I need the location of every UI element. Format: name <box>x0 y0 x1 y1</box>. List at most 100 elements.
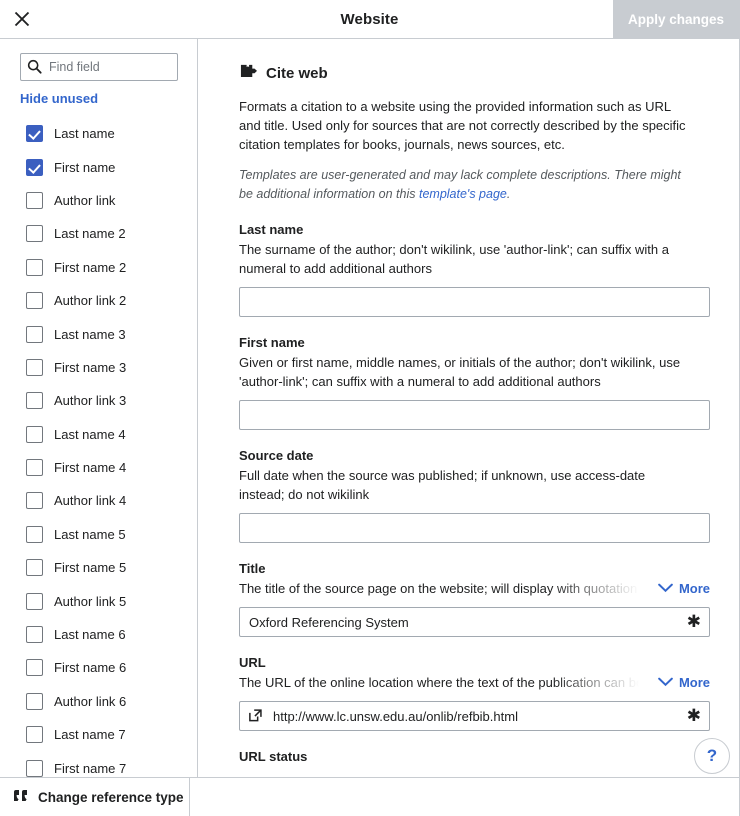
parameter-input[interactable] <box>239 400 710 430</box>
field-checkbox-item[interactable]: First name 6 <box>26 651 197 684</box>
field-checkbox-item[interactable]: Author link 2 <box>26 284 197 317</box>
field-checkbox-item[interactable]: First name <box>26 150 197 183</box>
search-input[interactable] <box>20 53 178 81</box>
field-checkbox-item[interactable]: First name 5 <box>26 551 197 584</box>
template-detail-panel[interactable]: Cite web Formats a citation to a website… <box>198 39 739 816</box>
checkbox-author-link[interactable] <box>26 192 43 209</box>
field-checkbox-label: First name <box>54 160 115 175</box>
checkbox-first-name[interactable] <box>26 159 43 176</box>
change-reference-type-button[interactable]: Change reference type <box>0 778 190 816</box>
apply-changes-button[interactable]: Apply changes <box>613 0 739 39</box>
checkbox-author-link-2[interactable] <box>26 292 43 309</box>
field-checkbox-label: First name 7 <box>54 761 126 776</box>
field-checkbox-item[interactable]: Last name 5 <box>26 518 197 551</box>
parameter-description: Full date when the source was published;… <box>239 466 691 504</box>
checkbox-first-name-7[interactable] <box>26 760 43 777</box>
close-button[interactable] <box>0 0 44 38</box>
parameter-description: The title of the source page on the webs… <box>239 579 639 598</box>
field-checkbox-item[interactable]: Last name 4 <box>26 418 197 451</box>
field-checkbox-label: Author link 6 <box>54 694 126 709</box>
field-checkbox-item[interactable]: Last name 2 <box>26 217 197 250</box>
parameter-list: Last name The surname of the author; don'… <box>239 222 710 764</box>
parameter-description: The URL of the online location where the… <box>239 673 639 692</box>
field-checkbox-label: Author link 4 <box>54 493 126 508</box>
checkbox-last-name-3[interactable] <box>26 326 43 343</box>
parameter-label: First name <box>239 335 710 350</box>
field-checkbox-item[interactable]: Author link 3 <box>26 384 197 417</box>
field-checkbox-item[interactable]: Last name 7 <box>26 718 197 751</box>
sidebar-scroll-area[interactable]: Hide unused Last name First name Author li… <box>0 39 197 816</box>
field-checkbox-item[interactable]: First name 2 <box>26 251 197 284</box>
template-note-suffix: . <box>507 187 510 201</box>
parameter-input[interactable] <box>239 287 710 317</box>
checkbox-first-name-4[interactable] <box>26 459 43 476</box>
hide-unused-link[interactable]: Hide unused <box>20 91 197 106</box>
field-checkbox-label: Last name 4 <box>54 427 126 442</box>
dialog-footer: Change reference type <box>0 777 740 816</box>
dialog-titlebar: Website Apply changes <box>0 0 739 39</box>
field-checkbox-label: First name 2 <box>54 260 126 275</box>
parameter-description: The surname of the author; don't wikilin… <box>239 240 691 278</box>
change-reference-type-label: Change reference type <box>38 790 184 805</box>
field-checkbox-item[interactable]: Last name 3 <box>26 317 197 350</box>
field-sidebar: Hide unused Last name First name Author li… <box>0 39 198 816</box>
parameter-input[interactable] <box>239 513 710 543</box>
checkbox-first-name-6[interactable] <box>26 659 43 676</box>
field-checkbox-item[interactable]: Last name <box>26 117 197 150</box>
checkbox-last-name[interactable] <box>26 125 43 142</box>
parameter-section: First nameGiven or first name, middle na… <box>239 335 710 430</box>
puzzle-piece-icon <box>239 63 258 83</box>
field-checkbox-list: Last name First name Author link Last name … <box>0 117 197 785</box>
field-checkbox-item[interactable]: Last name 6 <box>26 618 197 651</box>
search-field-wrapper <box>20 53 177 81</box>
checkbox-author-link-5[interactable] <box>26 593 43 610</box>
parameter-input-wrapper <box>239 513 710 543</box>
template-description: Formats a citation to a website using th… <box>239 97 694 154</box>
checkbox-last-name-2[interactable] <box>26 225 43 242</box>
checkbox-author-link-4[interactable] <box>26 492 43 509</box>
field-checkbox-label: Author link <box>54 193 115 208</box>
checkbox-first-name-2[interactable] <box>26 259 43 276</box>
close-icon <box>13 10 31 28</box>
checkbox-author-link-6[interactable] <box>26 693 43 710</box>
field-checkbox-label: Author link 5 <box>54 594 126 609</box>
checkbox-first-name-5[interactable] <box>26 559 43 576</box>
parameter-input[interactable] <box>239 701 710 731</box>
checkbox-last-name-7[interactable] <box>26 726 43 743</box>
parameter-section: Last name The surname of the author; don'… <box>239 222 710 317</box>
field-checkbox-item[interactable]: First name 4 <box>26 451 197 484</box>
field-checkbox-item[interactable]: Author link <box>26 184 197 217</box>
field-checkbox-label: Last name 3 <box>54 327 126 342</box>
field-checkbox-item[interactable]: Author link 5 <box>26 584 197 617</box>
citation-dialog: Website Apply changes Hide unused Last n… <box>0 0 740 816</box>
field-checkbox-label: Last name <box>54 126 115 141</box>
checkbox-first-name-3[interactable] <box>26 359 43 376</box>
checkbox-author-link-3[interactable] <box>26 392 43 409</box>
template-title: Cite web <box>266 65 328 82</box>
field-checkbox-label: Last name 6 <box>54 627 126 642</box>
template-page-link[interactable]: template's page <box>419 187 507 201</box>
field-checkbox-item[interactable]: Author link 6 <box>26 685 197 718</box>
field-checkbox-label: Last name 5 <box>54 527 126 542</box>
parameter-label: Last name <box>239 222 710 237</box>
checkbox-last-name-4[interactable] <box>26 426 43 443</box>
parameter-label: URL <box>239 655 710 670</box>
field-checkbox-label: Last name 2 <box>54 226 126 241</box>
parameter-label: Source date <box>239 448 710 463</box>
more-toggle[interactable]: More <box>658 675 710 690</box>
field-checkbox-item[interactable]: First name 3 <box>26 351 197 384</box>
more-toggle[interactable]: More <box>658 581 710 596</box>
dialog-body: Hide unused Last name First name Author li… <box>0 39 739 816</box>
chevron-down-icon <box>658 675 673 690</box>
field-checkbox-item[interactable]: Author link 4 <box>26 484 197 517</box>
help-button[interactable]: ? <box>694 738 730 774</box>
parameter-input[interactable] <box>239 607 710 637</box>
parameter-input-wrapper <box>239 287 710 317</box>
chevron-down-icon <box>658 581 673 596</box>
field-checkbox-label: Last name 7 <box>54 727 126 742</box>
more-label: More <box>679 675 710 690</box>
checkbox-last-name-6[interactable] <box>26 626 43 643</box>
parameter-section: URL The URL of the online location where … <box>239 655 710 731</box>
parameter-section: TitleThe title of the source page on the… <box>239 561 710 637</box>
checkbox-last-name-5[interactable] <box>26 526 43 543</box>
